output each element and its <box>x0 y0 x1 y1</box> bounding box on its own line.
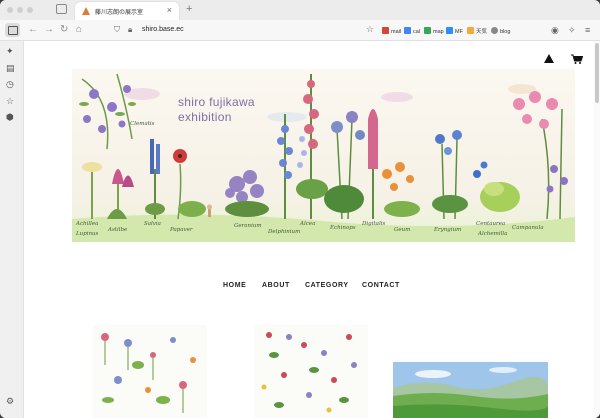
bookmark-mail[interactable]: mail <box>382 27 401 35</box>
label-astilbe: Astilbe <box>108 227 128 233</box>
product-thumbnail-landscape[interactable] <box>393 362 548 418</box>
nav-contact[interactable]: CONTACT <box>362 282 400 289</box>
close-tab-icon[interactable]: × <box>167 5 172 15</box>
label-campanula: Campanula <box>512 225 544 231</box>
sparkle-icon[interactable]: ✦ <box>6 46 14 57</box>
browser-sidebar: ✦ ▤ ◷ ☆ ⬢ ⚙ <box>0 41 24 418</box>
label-alcea: Alcea <box>300 221 316 227</box>
label-digitalis: Digitalis <box>362 221 386 227</box>
sidebar-toggle-icon[interactable] <box>56 4 67 14</box>
tab-title: 藤川志朗の展示室 <box>95 10 144 16</box>
shield-icon[interactable]: ⛉ <box>114 25 120 35</box>
tent-icon[interactable] <box>543 54 555 64</box>
browser-tab[interactable]: 藤川志朗の展示室 × <box>75 2 179 20</box>
label-clematis: Clematis <box>130 121 155 127</box>
new-tab-button[interactable]: + <box>186 3 192 15</box>
history-icon[interactable]: ◷ <box>6 79 14 90</box>
label-alchemilla: Alchemilla <box>478 231 508 237</box>
product-thumbnail-flower-chart-1[interactable] <box>93 325 207 418</box>
extension-shield-icon[interactable]: ⬢ <box>6 112 14 123</box>
label-lupinus: Lupinus <box>76 231 99 237</box>
hero-banner: shiro fujikawa exhibition Clematis Achil… <box>72 69 575 242</box>
tab-strip: 藤川志朗の展示室 × + <box>0 0 600 20</box>
back-icon[interactable]: ← <box>28 24 38 36</box>
label-achillea: Achillea <box>76 221 99 227</box>
cart-icon[interactable] <box>571 54 583 64</box>
label-echinops: Echinops <box>330 225 356 231</box>
extension-icon[interactable]: ◉ <box>551 25 559 36</box>
navigation-bar: ← → ↻ ⌂ ⛉ 🔒︎ shiro.base.ec ☆ mail cal ma… <box>0 20 600 41</box>
url-text[interactable]: shiro.base.ec <box>142 26 184 33</box>
bookmark-map[interactable]: map <box>424 27 444 35</box>
close-window-button[interactable] <box>7 7 13 13</box>
label-geum: Geum <box>394 227 411 233</box>
site-title-line2: exhibition <box>178 110 232 124</box>
reader-icon[interactable]: ▤ <box>6 63 15 74</box>
bookmarks-icon[interactable]: ☆ <box>6 96 14 107</box>
label-eryngium: Eryngium <box>434 227 462 233</box>
bookmark-cal[interactable]: cal <box>404 27 420 35</box>
site-title: shiro fujikawa exhibition <box>178 95 255 125</box>
maximize-window-button[interactable] <box>27 7 33 13</box>
settings-gear-icon[interactable]: ⚙ <box>6 396 14 407</box>
watercolor-flowers-illustration <box>72 69 575 242</box>
label-geranium: Geranium <box>234 223 262 229</box>
page-scrollbar[interactable] <box>594 41 600 418</box>
web-page: shiro fujikawa exhibition Clematis Achil… <box>24 41 600 418</box>
reload-icon[interactable]: ↻ <box>60 24 68 36</box>
sidebar-button[interactable] <box>5 23 20 37</box>
menu-icon[interactable]: ≡ <box>585 25 590 35</box>
label-centaurea: Centaurea <box>476 221 506 227</box>
address-bar[interactable]: ⛉ 🔒︎ shiro.base.ec ☆ <box>106 23 376 38</box>
label-papaver: Papaver <box>170 227 193 233</box>
nav-home[interactable]: HOME <box>223 282 246 289</box>
home-icon[interactable]: ⌂ <box>76 24 82 36</box>
nav-category[interactable]: CATEGORY <box>305 282 349 289</box>
forward-icon[interactable]: → <box>44 24 54 36</box>
label-delphinium: Delphinium <box>268 229 301 235</box>
site-title-line1: shiro fujikawa <box>178 95 255 109</box>
label-salvia: Salvia <box>144 221 161 227</box>
product-thumbnail-flower-chart-2[interactable] <box>254 325 368 418</box>
browser-window: 藤川志朗の展示室 × + ← → ↻ ⌂ ⛉ 🔒︎ shiro.base.ec … <box>0 0 600 418</box>
bookmark-blog[interactable]: blog <box>491 27 510 35</box>
extensions-puzzle-icon[interactable]: ✧ <box>568 25 576 36</box>
site-favicon-icon <box>82 7 90 15</box>
nav-about[interactable]: ABOUT <box>262 282 290 289</box>
minimize-window-button[interactable] <box>17 7 23 13</box>
lock-icon[interactable]: 🔒︎ <box>128 25 132 35</box>
bookmark-star-icon[interactable]: ☆ <box>366 24 374 35</box>
bookmark-weather[interactable]: 天気 <box>467 27 487 35</box>
bookmark-mf[interactable]: MF <box>446 27 463 35</box>
